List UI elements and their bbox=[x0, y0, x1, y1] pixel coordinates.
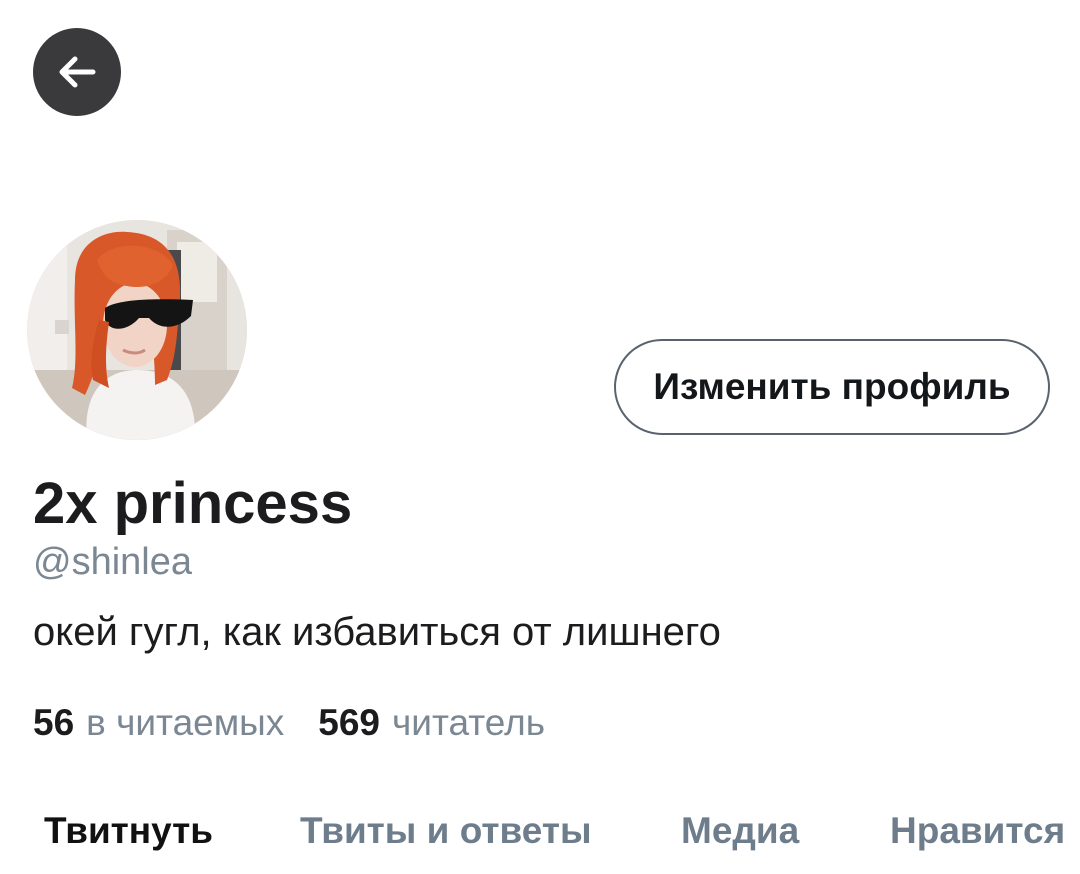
follow-stats: 56 в читаемых 569 читатель bbox=[33, 700, 579, 746]
tab-media[interactable]: Медиа bbox=[681, 806, 799, 856]
avatar-image bbox=[27, 220, 247, 440]
profile-tabs: Твитнуть Твиты и ответы Медиа Нравится bbox=[0, 806, 1080, 856]
followers-label: читатель bbox=[392, 702, 545, 743]
back-button[interactable] bbox=[33, 28, 121, 116]
username-handle: @shinlea bbox=[33, 541, 192, 583]
tab-tweets-and-replies[interactable]: Твиты и ответы bbox=[300, 806, 592, 856]
following-stat[interactable]: 56 в читаемых bbox=[33, 700, 284, 746]
edit-profile-button[interactable]: Изменить профиль bbox=[614, 339, 1050, 435]
following-count: 56 bbox=[33, 702, 75, 743]
arrow-left-icon bbox=[59, 56, 96, 88]
avatar[interactable] bbox=[27, 220, 247, 440]
following-label: в читаемых bbox=[86, 702, 285, 743]
tab-likes[interactable]: Нравится bbox=[890, 806, 1065, 856]
followers-stat[interactable]: 569 читатель bbox=[318, 700, 545, 746]
display-name: 2x princess bbox=[33, 471, 353, 536]
tab-tweets[interactable]: Твитнуть bbox=[44, 806, 213, 856]
followers-count: 569 bbox=[318, 702, 380, 743]
profile-bio: окей гугл, как избавиться от лишнего bbox=[33, 610, 721, 654]
